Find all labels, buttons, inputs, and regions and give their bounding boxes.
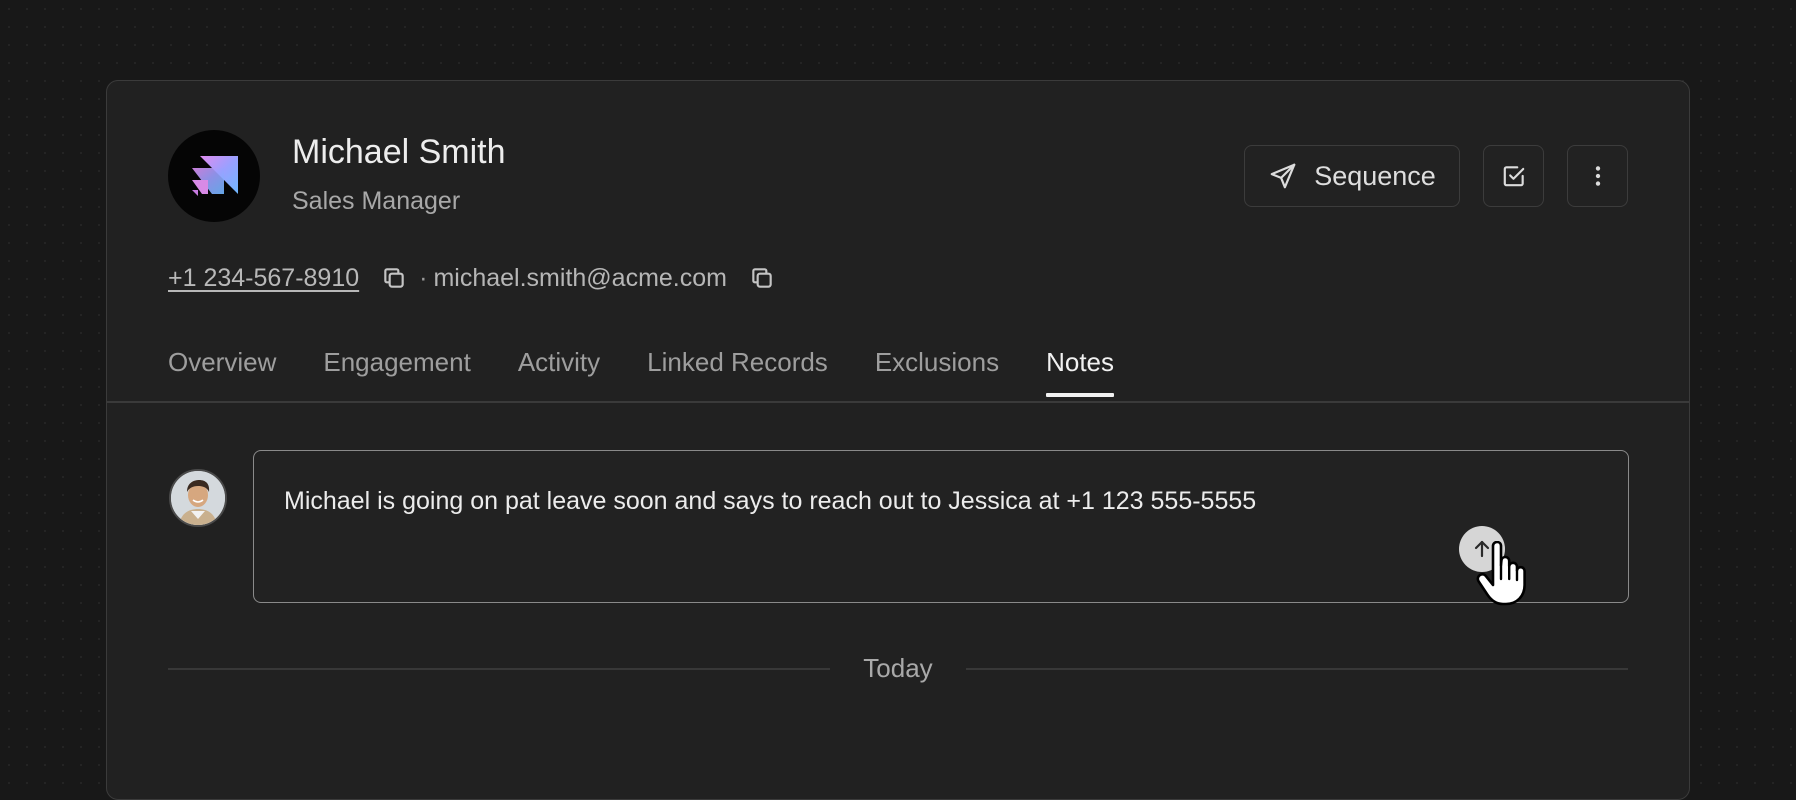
phone-link[interactable]: +1 234-567-8910 (168, 264, 359, 293)
note-input[interactable]: Michael is going on pat leave soon and s… (253, 450, 1629, 603)
hand-pointer-icon (1475, 540, 1531, 612)
contact-info-row: +1 234-567-8910 · michael.smith@acme.com (168, 261, 785, 295)
tab-exclusions[interactable]: Exclusions (875, 347, 999, 394)
tab-activity[interactable]: Activity (518, 347, 600, 394)
copy-email-icon[interactable] (749, 265, 775, 291)
email-link[interactable]: michael.smith@acme.com (433, 264, 727, 293)
date-separator-line-left (168, 668, 830, 670)
date-separator: Today (168, 651, 1628, 685)
tab-divider (107, 401, 1689, 403)
avatar (169, 469, 227, 527)
task-button[interactable] (1483, 145, 1544, 207)
tab-engagement[interactable]: Engagement (323, 347, 470, 394)
contact-name: Michael Smith (292, 133, 506, 171)
sequence-button-label: Sequence (1314, 160, 1436, 191)
contact-card: Michael Smith Sales Manager Sequence +1 … (106, 80, 1690, 800)
tab-notes[interactable]: Notes (1046, 347, 1114, 397)
copy-phone-icon[interactable] (381, 265, 407, 291)
more-options-button[interactable] (1567, 145, 1628, 207)
tab-bar: Overview Engagement Activity Linked Reco… (168, 347, 1161, 397)
more-vertical-icon (1585, 163, 1611, 189)
sequence-button[interactable]: Sequence (1244, 145, 1460, 207)
note-input-text: Michael is going on pat leave soon and s… (284, 487, 1257, 515)
contact-title: Sales Manager (292, 187, 461, 215)
checkbox-icon (1501, 163, 1527, 189)
date-separator-line-right (966, 668, 1628, 670)
company-logo (168, 130, 260, 222)
tab-linked-records[interactable]: Linked Records (647, 347, 828, 394)
contact-separator: · (419, 263, 428, 292)
date-separator-label: Today (863, 653, 933, 683)
send-icon (1268, 161, 1298, 191)
tab-overview[interactable]: Overview (168, 347, 276, 394)
